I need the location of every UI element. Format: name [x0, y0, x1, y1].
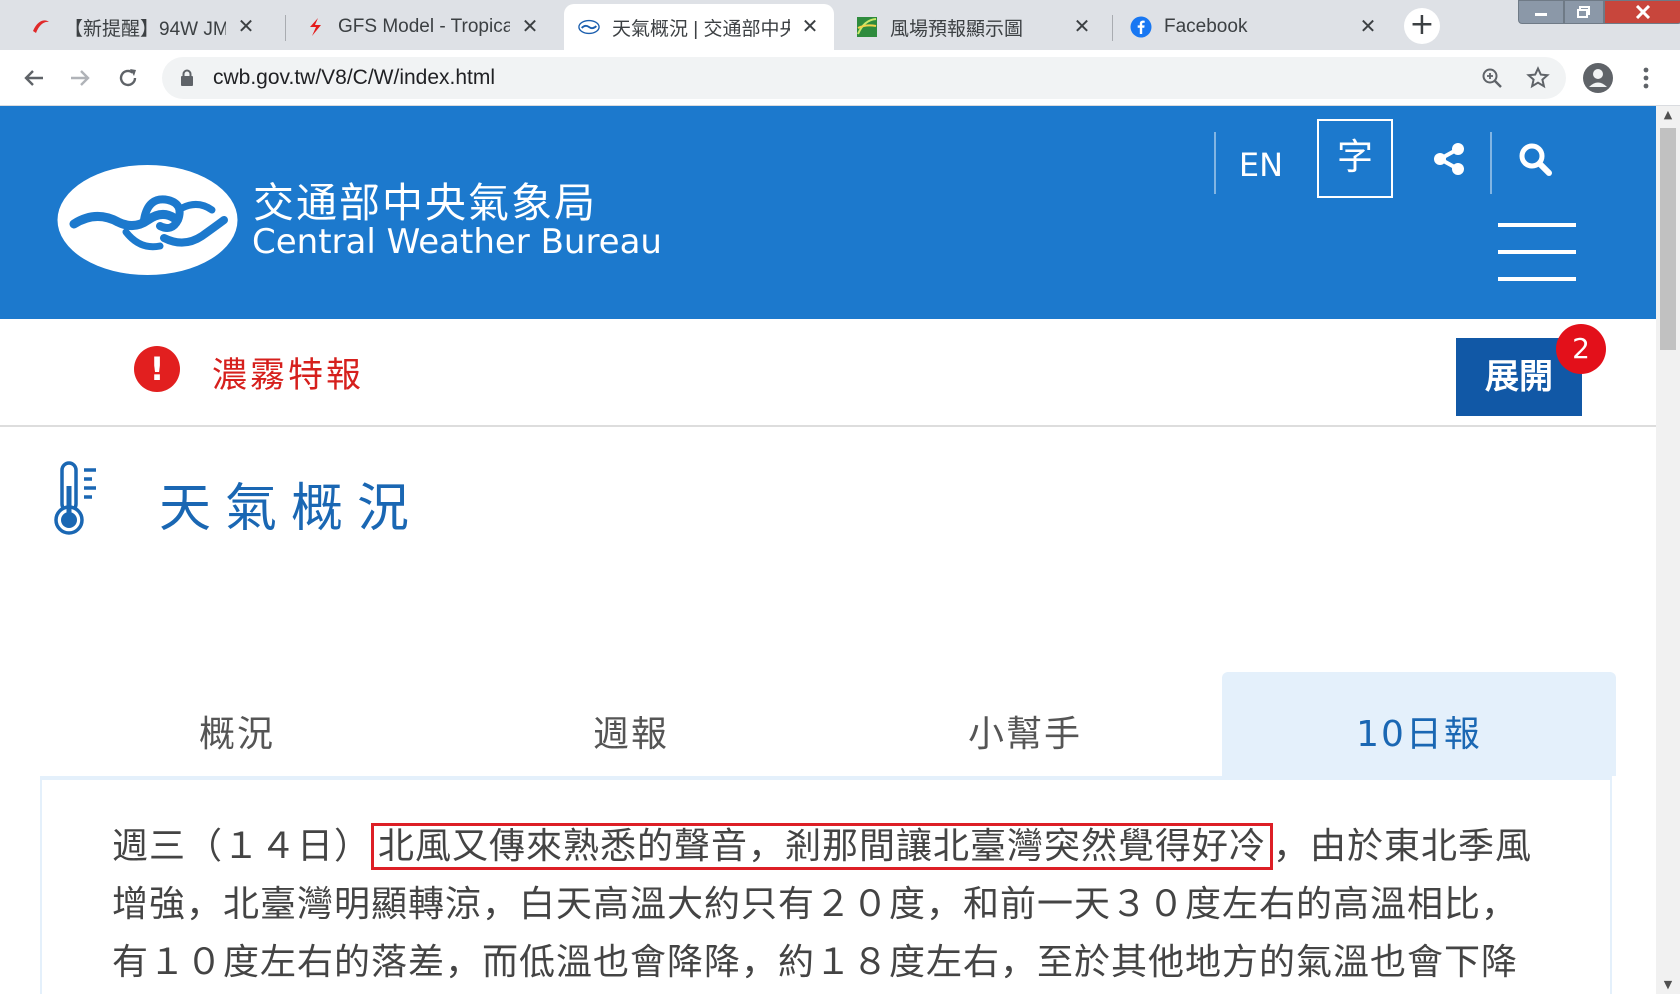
- new-tab-button[interactable]: +: [1404, 8, 1440, 44]
- forward-arrow-icon: [71, 70, 90, 86]
- close-window-button[interactable]: [1604, 0, 1680, 24]
- forecast-content-panel: 週三（１４日） 北風又傳來熟悉的聲音，剎那間讓北臺灣突然覺得好冷 ，由於東北季風增強…: [40, 776, 1612, 994]
- browser-tab-4[interactable]: 風場預報顯示圖 ✕: [842, 4, 1106, 50]
- language-switch-button[interactable]: EN: [1225, 136, 1297, 194]
- site-name-chinese[interactable]: 交通部中央氣象局: [253, 169, 597, 229]
- search-icon[interactable]: [1515, 139, 1555, 179]
- content-tabs: 概況 週報 小幫手 10日報: [40, 672, 1616, 776]
- font-size-button[interactable]: 字: [1317, 119, 1393, 198]
- cwb-logo[interactable]: [56, 164, 239, 276]
- account-icon: [1583, 63, 1613, 93]
- close-icon[interactable]: ✕: [520, 17, 540, 37]
- alert-bar: ! 濃霧特報 展開 2: [0, 319, 1656, 427]
- window-controls: [1518, 0, 1680, 26]
- share-icon[interactable]: [1430, 139, 1470, 179]
- tab-weekly[interactable]: 週報: [434, 672, 828, 776]
- hamburger-menu-icon[interactable]: [1498, 223, 1576, 283]
- notification-badge: 2: [1556, 324, 1606, 374]
- browser-menu-button[interactable]: [1628, 60, 1664, 96]
- browser-tab-5[interactable]: Facebook ✕: [1116, 4, 1392, 50]
- forward-button[interactable]: [62, 60, 98, 96]
- restore-button[interactable]: [1564, 0, 1604, 24]
- site-name-english[interactable]: Central Weather Bureau: [252, 222, 662, 262]
- zoom-icon[interactable]: [1480, 66, 1504, 90]
- alert-exclamation-icon: !: [134, 346, 180, 392]
- close-icon[interactable]: ✕: [236, 17, 256, 37]
- forecast-lead: 週三（１４日）: [112, 826, 372, 867]
- back-button[interactable]: [16, 60, 52, 96]
- tab-divider: [285, 15, 286, 41]
- reload-icon: [119, 69, 137, 87]
- forecast-text: 週三（１４日） 北風又傳來熟悉的聲音，剎那間讓北臺灣突然覺得好冷 ，由於東北季風增強…: [112, 818, 1552, 992]
- profile-avatar[interactable]: [1580, 60, 1616, 96]
- browser-tab-title: 【新提醒】94W JMA:C: [64, 18, 226, 40]
- scroll-down-arrow-icon[interactable]: ▼: [1656, 976, 1680, 994]
- browser-tab-title: 風場預報顯示圖: [890, 18, 1024, 40]
- cwb-logo-icon: [578, 16, 600, 38]
- header-divider: [1490, 132, 1492, 194]
- lock-icon[interactable]: [180, 69, 194, 91]
- scrollbar-thumb[interactable]: [1660, 128, 1676, 350]
- minimize-button[interactable]: [1518, 0, 1564, 24]
- thermometer-icon: [52, 460, 104, 536]
- reload-button[interactable]: [110, 60, 146, 96]
- browser-toolbar: cwb.gov.tw/V8/C/W/index.html: [0, 50, 1680, 106]
- highlighted-sentence: 北風又傳來熟悉的聲音，剎那間讓北臺灣突然覺得好冷: [371, 823, 1274, 870]
- browser-tab-title: 天氣概況 | 交通部中央: [612, 18, 790, 40]
- red-s-icon: [304, 16, 326, 38]
- green-map-icon: [856, 16, 878, 38]
- browser-tab-title: Facebook: [1164, 16, 1248, 37]
- browser-tab-title: GFS Model - Tropical: [338, 16, 510, 37]
- browser-tab-2[interactable]: GFS Model - Tropical ✕: [290, 4, 554, 50]
- facebook-icon: [1130, 16, 1152, 38]
- browser-tab-3[interactable]: 天氣概況 | 交通部中央 ✕: [564, 4, 834, 50]
- header-divider: [1214, 132, 1216, 194]
- back-arrow-icon: [24, 70, 43, 86]
- browser-tab-1[interactable]: 【新提醒】94W JMA:C ✕: [16, 4, 270, 50]
- more-vert-icon: [1643, 67, 1649, 89]
- tab-overview[interactable]: 概況: [40, 672, 434, 776]
- page-viewport: 交通部中央氣象局 Central Weather Bureau EN 字 ! 濃…: [0, 106, 1656, 994]
- site-header: 交通部中央氣象局 Central Weather Bureau EN 字: [0, 106, 1656, 319]
- address-bar[interactable]: cwb.gov.tw/V8/C/W/index.html: [162, 57, 1566, 99]
- bookmark-star-icon[interactable]: [1526, 66, 1550, 90]
- browser-tab-strip: 【新提醒】94W JMA:C ✕ GFS Model - Tropical ✕ …: [0, 0, 1680, 50]
- close-icon[interactable]: ✕: [1358, 17, 1378, 37]
- close-icon[interactable]: ✕: [800, 17, 820, 37]
- page-title: 天氣概況: [159, 479, 424, 539]
- red-swirl-icon: [30, 16, 52, 38]
- url-text[interactable]: cwb.gov.tw/V8/C/W/index.html: [213, 66, 495, 90]
- close-icon[interactable]: ✕: [1072, 17, 1092, 37]
- tab-helper[interactable]: 小幫手: [828, 672, 1222, 776]
- alert-text[interactable]: 濃霧特報: [212, 347, 364, 398]
- page-scrollbar[interactable]: ▲ ▼: [1656, 106, 1680, 994]
- scroll-up-arrow-icon[interactable]: ▲: [1656, 106, 1680, 124]
- tab-10-day[interactable]: 10日報: [1222, 672, 1616, 776]
- tab-divider: [1112, 15, 1113, 41]
